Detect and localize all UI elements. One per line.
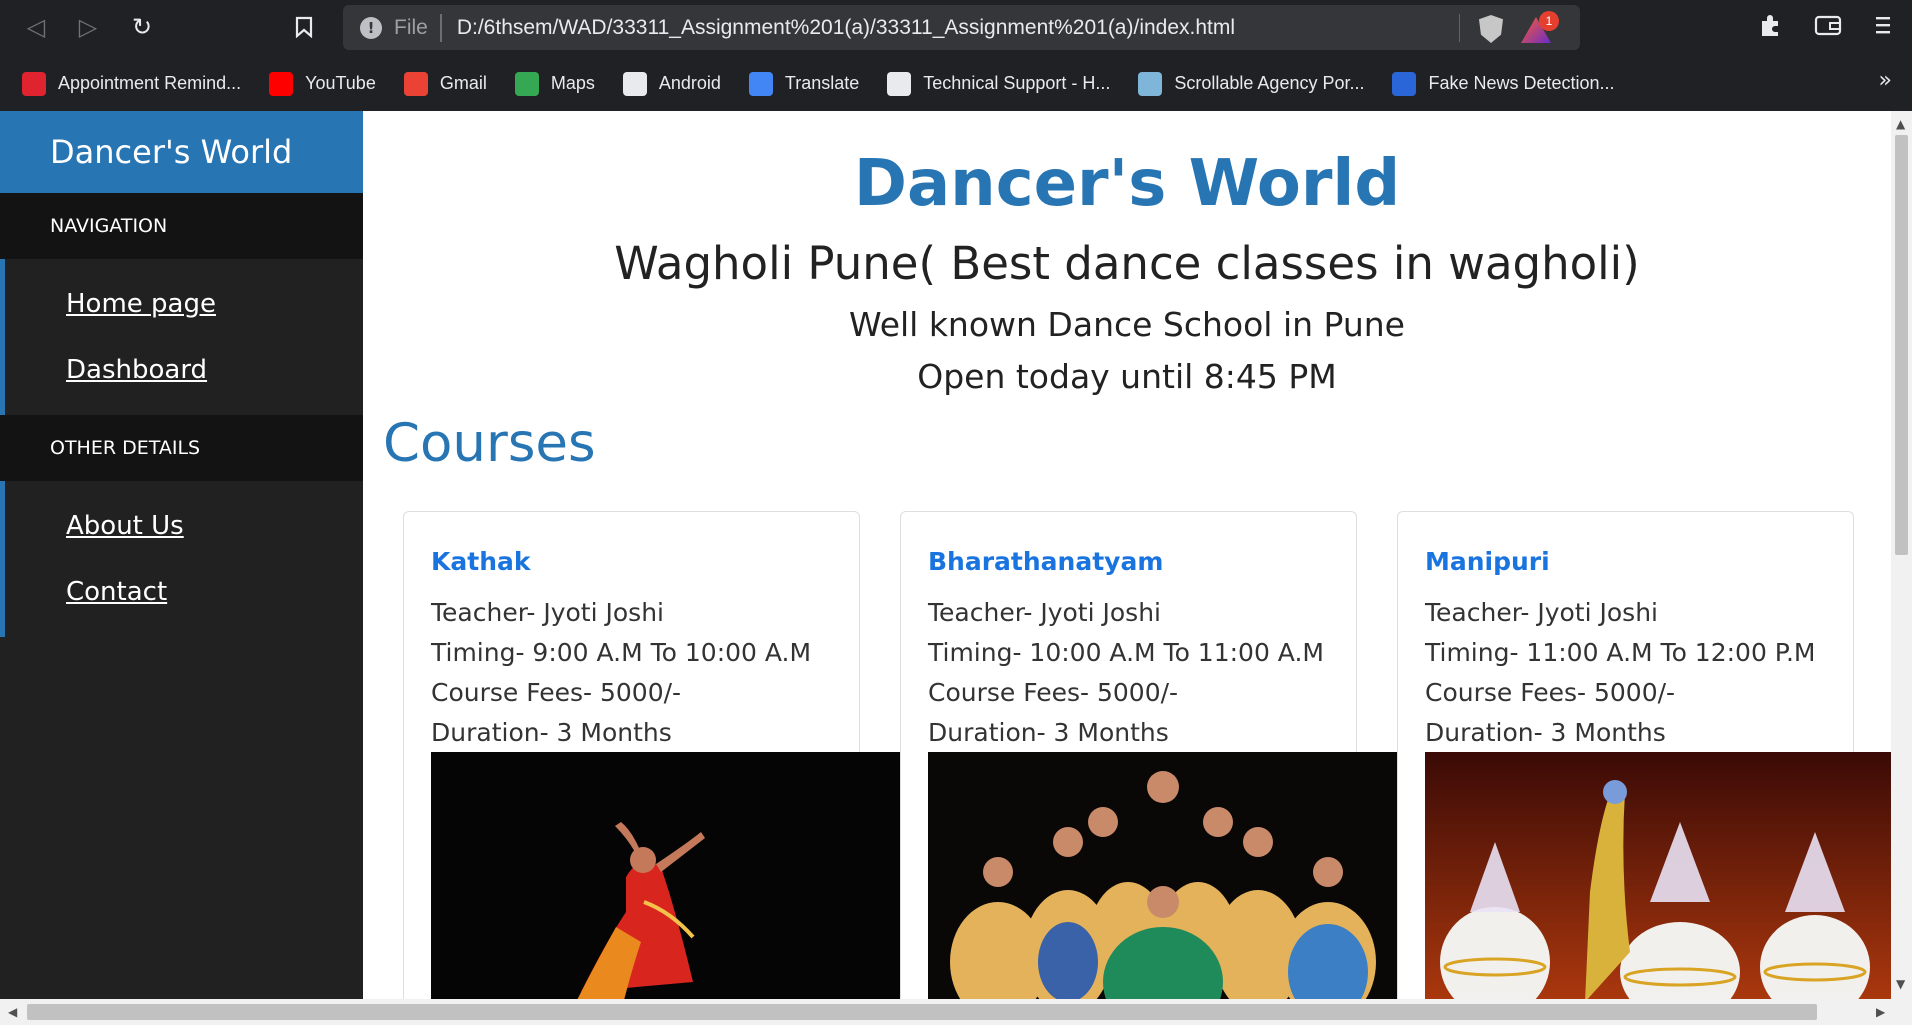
scroll-left-icon[interactable]: ◀ — [8, 1005, 17, 1019]
browser-toolbar: ◁ ▷ ↻ ! File D:/6thsem/WAD/33311_Assignm… — [0, 0, 1912, 56]
bookmark-item[interactable]: Gmail — [403, 71, 487, 96]
scroll-up-icon[interactable]: ▲ — [1896, 117, 1905, 131]
courses-heading: Courses — [383, 413, 596, 474]
maps-pin-icon — [514, 71, 539, 96]
course-fees: Course Fees- 5000/- — [928, 678, 1179, 707]
page-subtitle: Wagholi Pune( Best dance classes in wagh… — [614, 237, 1640, 290]
url-divider — [439, 13, 442, 42]
youtube-icon — [269, 71, 294, 96]
translate-icon — [748, 71, 773, 96]
kathak-dancer-image — [431, 752, 900, 999]
bookmark-label: Appointment Remind... — [58, 73, 242, 93]
bookmark-item[interactable]: Scrollable Agency Por... — [1138, 71, 1365, 96]
course-timing: Timing- 9:00 A.M To 10:00 A.M — [431, 638, 812, 667]
bookmarks-bar: Appointment Remind... YouTube Gmail Maps And… — [0, 56, 1912, 111]
tagline: Well known Dance School in Pune — [849, 305, 1405, 344]
brave-shield-icon[interactable] — [1479, 15, 1503, 43]
course-card-manipuri: Manipuri Teacher- Jyoti Joshi Timing- 11… — [1397, 511, 1891, 999]
bookmark-label: Maps — [550, 73, 595, 93]
page-thumbnail-icon — [1138, 71, 1163, 96]
course-fees: Course Fees- 5000/- — [1425, 678, 1676, 707]
bookmark-item[interactable]: Appointment Remind... — [22, 71, 242, 96]
bookmark-item[interactable]: Technical Support - H... — [887, 71, 1111, 96]
course-timing: Timing- 11:00 A.M To 12:00 P.M — [1425, 638, 1816, 667]
course-card-kathak: Kathak Teacher- Jyoti Joshi Timing- 9:00… — [403, 511, 900, 999]
sidebar-link-home[interactable]: Home page — [5, 271, 363, 337]
url-text[interactable]: D:/6thsem/WAD/33311_Assignment%201(a)/33… — [457, 16, 1235, 40]
bookmark-label: Translate — [784, 73, 860, 93]
bookmark-label: Gmail — [439, 73, 487, 93]
wallet-icon[interactable] — [1814, 13, 1842, 43]
scroll-right-icon[interactable]: ▶ — [1876, 1005, 1885, 1019]
vertical-scrollbar[interactable]: ▲ ▼ — [1891, 111, 1912, 999]
course-fees: Course Fees- 5000/- — [431, 678, 682, 707]
main-content: Dancer's World Wagholi Pune( Best dance … — [363, 111, 1891, 999]
bookmark-item[interactable]: Translate — [748, 71, 860, 96]
bookmark-label: YouTube — [305, 73, 376, 93]
course-title[interactable]: Kathak — [431, 547, 531, 576]
course-duration: Duration- 3 Months — [1425, 718, 1666, 747]
omnibox-divider — [1459, 14, 1460, 42]
globe-icon — [887, 71, 912, 96]
vertical-scroll-thumb[interactable] — [1895, 135, 1908, 555]
scroll-down-icon[interactable]: ▼ — [1896, 977, 1905, 991]
android-icon — [622, 71, 647, 96]
bookmark-item[interactable]: Android — [622, 71, 721, 96]
page-title: Dancer's World — [853, 147, 1401, 221]
horizontal-scrollbar[interactable]: ◀ ▶ — [0, 999, 1912, 1025]
sidebar-section-other-details: Other Details — [0, 415, 363, 481]
sidebar-section-navigation: Navigation — [0, 193, 363, 259]
course-duration: Duration- 3 Months — [928, 718, 1169, 747]
pycharm-icon — [1392, 71, 1417, 96]
forward-icon[interactable]: ▷ — [70, 9, 106, 45]
bookmark-label: Technical Support - H... — [923, 73, 1111, 93]
back-icon[interactable]: ◁ — [18, 9, 54, 45]
extensions-icon[interactable] — [1758, 13, 1784, 45]
horizontal-scroll-thumb[interactable] — [27, 1004, 1817, 1020]
info-icon[interactable]: ! — [360, 16, 382, 39]
sidebar-link-about[interactable]: About Us — [5, 493, 363, 559]
bookmark-item[interactable]: Maps — [514, 71, 595, 96]
course-card-bharathanatyam: Bharathanatyam Teacher- Jyoti Joshi Timi… — [900, 511, 1397, 999]
opening-hours: Open today until 8:45 PM — [917, 357, 1337, 396]
sidebar-brand[interactable]: Dancer's World — [0, 111, 363, 193]
course-teacher: Teacher- Jyoti Joshi — [431, 598, 664, 627]
bookmark-icon[interactable] — [286, 9, 322, 45]
course-title[interactable]: Manipuri — [1425, 547, 1550, 576]
sidebar-link-contact[interactable]: Contact — [5, 559, 363, 625]
bookmark-label: Android — [658, 73, 721, 93]
bookmark-label: Fake News Detection... — [1428, 73, 1615, 93]
menu-icon[interactable] — [1873, 13, 1893, 43]
sidebar: Dancer's World Navigation Home page Dash… — [0, 111, 363, 999]
gmail-icon — [403, 71, 428, 96]
sidebar-group-navigation: Home page Dashboard — [0, 259, 363, 415]
address-bar[interactable]: ! File D:/6thsem/WAD/33311_Assignment%20… — [343, 5, 1580, 50]
course-timing: Timing- 10:00 A.M To 11:00 A.M — [928, 638, 1324, 667]
bharathanatyam-dancers-image — [928, 752, 1397, 999]
twilio-icon — [22, 71, 46, 96]
course-teacher: Teacher- Jyoti Joshi — [1425, 598, 1658, 627]
course-title[interactable]: Bharathanatyam — [928, 547, 1163, 576]
bookmark-item[interactable]: YouTube — [269, 71, 376, 96]
bookmark-label: Scrollable Agency Por... — [1174, 73, 1365, 93]
course-duration: Duration- 3 Months — [431, 718, 672, 747]
sidebar-link-dashboard[interactable]: Dashboard — [5, 337, 363, 403]
sidebar-group-other-details: About Us Contact — [0, 481, 363, 637]
url-scheme: File — [394, 15, 428, 39]
bookmark-item[interactable]: Fake News Detection... — [1392, 71, 1615, 96]
rewards-badge: 1 — [1539, 11, 1559, 31]
bookmarks-overflow-icon[interactable]: » — [1879, 68, 1892, 93]
manipuri-dancers-image — [1425, 752, 1891, 999]
reload-icon[interactable]: ↻ — [124, 9, 160, 45]
course-teacher: Teacher- Jyoti Joshi — [928, 598, 1161, 627]
